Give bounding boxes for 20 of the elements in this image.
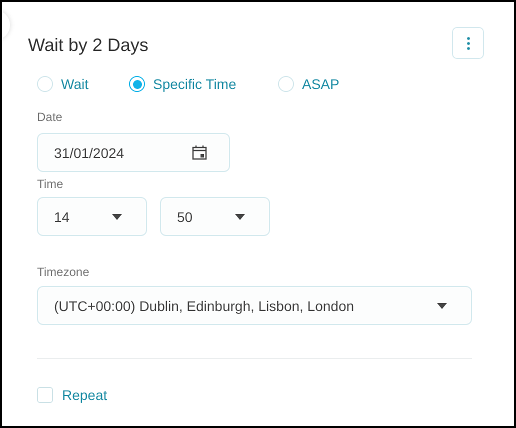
dropdown-caret-icon <box>235 214 245 220</box>
repeat-checkbox[interactable] <box>37 387 53 403</box>
dropdown-caret-icon <box>437 302 447 308</box>
more-options-button[interactable] <box>452 27 484 59</box>
field-label: Time <box>37 177 64 191</box>
minute-select[interactable]: 50 <box>160 197 270 236</box>
field-label: Date <box>37 110 62 124</box>
calendar-icon <box>192 145 207 160</box>
more-vertical-icon <box>466 36 470 50</box>
radio-button[interactable] <box>129 76 145 92</box>
timezone-select[interactable]: (UTC+00:00) Dublin, Edinburgh, Lisbon, London <box>37 286 472 325</box>
dropdown-caret-icon <box>112 214 122 220</box>
radio-label: Wait <box>61 76 88 92</box>
date-field[interactable]: 31/01/2024 <box>37 133 230 172</box>
hour-select[interactable]: 14 <box>37 197 147 236</box>
checkbox-label: Repeat <box>62 387 108 403</box>
field-label: Timezone <box>37 265 90 279</box>
radio-label: ASAP <box>302 76 340 92</box>
panel-title: Wait by 2 Days <box>28 34 148 56</box>
radio-label: Specific Time <box>153 76 236 92</box>
